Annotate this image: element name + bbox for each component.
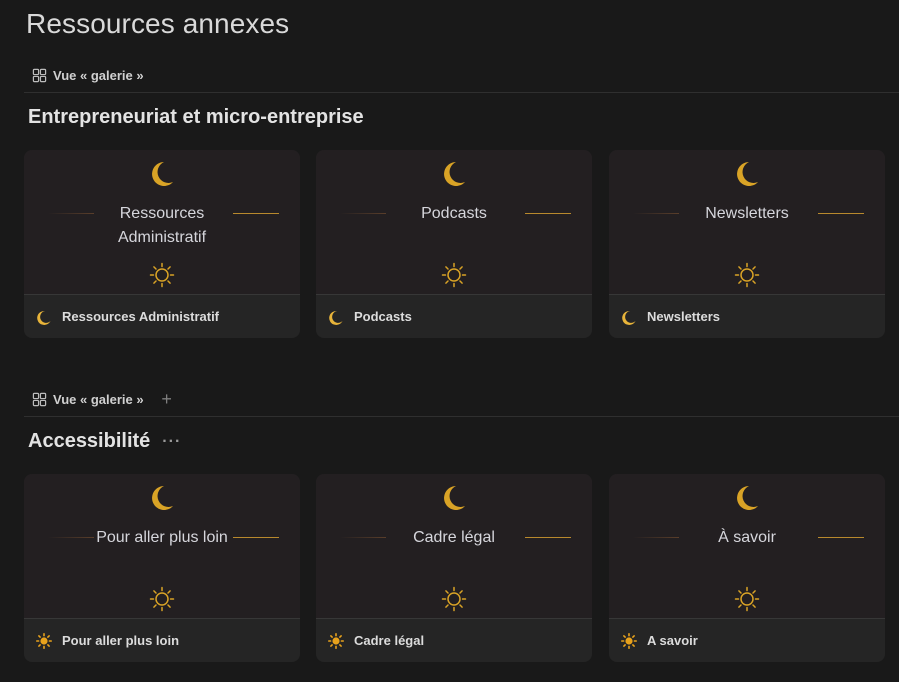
card-title: Newsletters [647,309,720,324]
sun-icon [621,632,637,649]
section-title: Entrepreneuriat et micro-entreprise [28,106,364,129]
card-cover-text: Pour aller plus loin [96,529,228,546]
view-tab-gallery[interactable]: Vue « galerie » [24,388,152,410]
divider [633,213,679,214]
divider [633,537,679,538]
card-title: Ressources Administratif [62,309,220,324]
gallery-card[interactable]: À savoir A savoir [609,474,885,662]
crescent-moon-icon [737,486,758,510]
section-title-text: Entrepreneuriat et micro-entreprise [28,106,364,128]
card-cover-text: Newsletters [705,205,789,222]
crescent-moon-icon [152,162,173,186]
card-cover: À savoir [609,474,885,619]
card-cover: Cadre légal [316,474,592,619]
sun-outline-icon [734,262,760,288]
card-cover-text: Podcasts [421,205,487,222]
card-footer: Cadre légal [316,619,592,662]
sun-outline-icon [441,262,467,288]
divider [48,537,94,538]
card-footer: Ressources Administratif [24,295,300,338]
card-title: Podcasts [354,309,412,324]
divider [525,537,571,538]
section-title-text: Accessibilité [28,430,151,452]
page-title: Ressources annexes [26,8,290,39]
gallery-card[interactable]: Newsletters Newsletters [609,150,885,338]
divider [818,537,864,538]
gallery-icon [32,392,47,406]
gallery-card[interactable]: Ressources Administratif Ressources Admi… [24,150,300,338]
crescent-moon-icon [622,310,636,325]
view-tab-gallery[interactable]: Vue « galerie » [24,64,152,86]
view-bar: Vue « galerie » [24,58,899,93]
sun-icon [36,632,52,649]
card-cover: Ressources Administratif [24,150,300,295]
crescent-moon-icon [444,486,465,510]
sun-outline-icon [734,586,760,612]
crescent-moon-icon [152,486,173,510]
crescent-moon-icon [37,310,51,325]
sun-icon [328,632,344,649]
divider [233,213,279,214]
sun-outline-icon [149,262,175,288]
more-options-icon[interactable]: ··· [162,433,181,451]
section-title: Accessibilité ··· [28,430,181,453]
view-bar: Vue « galerie » + [24,382,899,417]
view-tab-label: Vue « galerie » [53,391,144,407]
card-cover-text: Cadre légal [413,529,495,546]
card-cover: Newsletters [609,150,885,295]
sun-outline-icon [149,586,175,612]
gallery-card[interactable]: Pour aller plus loin Pour aller plus loi… [24,474,300,662]
card-footer: A savoir [609,619,885,662]
card-footer: Podcasts [316,295,592,338]
card-cover: Podcasts [316,150,592,295]
plus-icon: + [161,388,172,409]
crescent-moon-icon [737,162,758,186]
divider [525,213,571,214]
divider [48,213,94,214]
page: Ressources annexes Vue « galerie » Entre… [0,0,899,682]
card-title: Cadre légal [354,633,425,648]
gallery-icon [32,68,47,82]
crescent-moon-icon [329,310,343,325]
view-tab-label: Vue « galerie » [53,67,144,83]
card-footer: Pour aller plus loin [24,619,300,662]
add-view-button[interactable]: + [156,388,178,410]
card-cover-text: À savoir [718,529,776,546]
card-cover-text: Ressources Administratif [117,205,207,246]
card-cover: Pour aller plus loin [24,474,300,619]
divider [818,213,864,214]
crescent-moon-icon [444,162,465,186]
divider [340,213,386,214]
divider [233,537,279,538]
card-title: A savoir [647,633,698,648]
gallery-card[interactable]: Podcasts Podcasts [316,150,592,338]
card-title: Pour aller plus loin [62,633,180,648]
gallery-card[interactable]: Cadre légal Cadre légal [316,474,592,662]
card-footer: Newsletters [609,295,885,338]
divider [340,537,386,538]
sun-outline-icon [441,586,467,612]
